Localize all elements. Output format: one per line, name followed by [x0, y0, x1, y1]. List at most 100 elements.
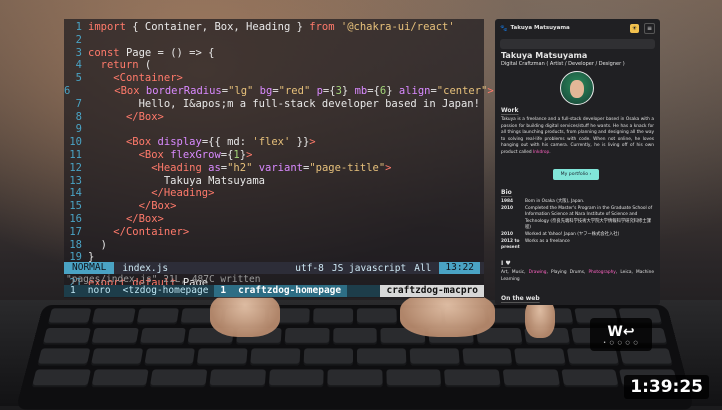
sun-icon[interactable]: ☀ — [630, 23, 639, 33]
video-duration: 1:39:25 — [624, 375, 709, 399]
code-line[interactable]: 11 <Box flexGrow ={1} > — [64, 149, 484, 162]
bio-heading: Bio — [501, 189, 512, 196]
code-token: > — [385, 161, 392, 174]
keystroke-display: W↩ — [607, 323, 635, 340]
tmux-window-active-number[interactable]: 1 — [214, 285, 233, 297]
code-token: ={ — [322, 84, 336, 97]
code-line[interactable]: 8 </Box> — [64, 111, 484, 124]
site-brand[interactable]: Takuya Matsuyama — [510, 25, 569, 32]
vim-statusline: NORMAL index.js utf-8 JS javascript All … — [64, 262, 484, 274]
code-line[interactable]: 4 return ( — [64, 59, 484, 72]
bio-entry: 1984 Born in Osaka (大阪), Japan. — [501, 199, 654, 206]
code-token: variant — [258, 161, 303, 174]
code-line[interactable]: 16 </Box> — [64, 213, 484, 226]
code-token: </Container> — [113, 225, 190, 238]
code-line[interactable]: 10 <Box display ={{ md: 'flex' }} > — [64, 136, 484, 149]
bio-text: Born in Osaka (大阪), Japan. — [525, 199, 585, 204]
web-heading: On the web — [501, 295, 540, 302]
bio-text: Works as a freelance — [525, 238, 570, 244]
tmux-window-inactive[interactable]: <tzdog-homepage — [117, 285, 215, 297]
work-paragraph: Takuya is a freelance and a full-stack d… — [501, 117, 654, 155]
bio-text: Worked at Yahoo! Japan (ヤフー株式会社入社) — [525, 231, 620, 237]
bio-year: 2010 — [501, 231, 513, 237]
code-token: bg — [259, 84, 273, 97]
line-number: 10 — [69, 136, 82, 149]
code-editor[interactable]: 1 import { Container, Box, Heading } from… — [64, 21, 494, 290]
tmux-window-active[interactable]: craftzdog-homepage — [232, 285, 348, 297]
tmux-session-number: 1 — [70, 285, 76, 296]
line-number: 15 — [69, 200, 82, 213]
code-token: { Container, Box, Heading } — [132, 21, 310, 33]
tmux-shell[interactable]: noro — [82, 285, 117, 297]
bio-list: 1984 Born in Osaka (大阪), Japan. 2010 Comple… — [501, 199, 654, 252]
code-token: 'flex' — [252, 136, 291, 149]
code-line[interactable]: 1 import { Container, Box, Heading } from… — [64, 21, 484, 34]
code-token: flexGrow — [170, 148, 221, 161]
line-number: 8 — [75, 110, 82, 123]
code-token: > — [309, 136, 316, 149]
code-token: as — [208, 161, 221, 174]
code-token: > — [487, 84, 494, 97]
code-token: display — [157, 136, 202, 149]
vim-mode: NORMAL — [64, 262, 115, 274]
code-line[interactable]: 17 </Container> — [64, 226, 484, 239]
code-token: </Heading> — [151, 187, 215, 200]
code-token: ( — [144, 59, 152, 72]
code-line[interactable]: 7 Hello, I&apos;m a full-stack developer… — [64, 98, 484, 111]
line-number: 2 — [75, 33, 82, 46]
code-token: > — [246, 148, 253, 161]
photography-link[interactable]: Photography — [588, 270, 615, 275]
code-token: ={ — [220, 148, 234, 161]
bio-year: 2010 — [501, 205, 513, 211]
code-line[interactable]: 3 const Page = () => { — [64, 47, 484, 60]
line-number: 17 — [69, 225, 82, 238]
avatar — [560, 71, 594, 105]
line-number: 14 — [69, 187, 82, 200]
left-hand — [210, 292, 280, 337]
line-number: 3 — [75, 46, 82, 59]
watch-later-overlay[interactable]: W↩ • ○ ○ ○ ○ — [590, 318, 652, 351]
code-token: </Box> — [125, 212, 164, 225]
drawing-link[interactable]: Drawing — [529, 270, 547, 275]
code-token: ={ — [367, 84, 380, 97]
code-line[interactable]: 18 ) — [64, 239, 484, 252]
code-line[interactable]: 12 <Heading as = "h2" variant = "page-title"… — [64, 162, 484, 175]
code-token: ={{ md: — [201, 136, 253, 149]
code-line[interactable]: 5 <Container> — [64, 72, 484, 85]
hamburger-menu-icon[interactable]: ≡ — [644, 22, 655, 34]
code-line[interactable]: 13 Takuya Matsuyama — [64, 175, 484, 188]
code-line[interactable]: 2 — [64, 34, 484, 47]
vim-filetype: JS javascript — [331, 262, 407, 274]
code-token: mb — [354, 84, 368, 97]
code-line[interactable]: 15 </Box> — [64, 200, 484, 213]
tmux-hostname: craftzdog-macpro — [380, 285, 484, 297]
code-token: </Box> — [138, 200, 177, 213]
portfolio-button[interactable]: My portfolio › — [553, 169, 599, 180]
line-number: 7 — [75, 97, 82, 110]
code-line[interactable]: 9 — [64, 123, 484, 136]
vim-encoding: utf-8 — [295, 262, 324, 274]
code-line[interactable]: 6 <Box borderRadius = "lg" bg = "red" p ={3} … — [64, 84, 494, 98]
inkdrop-link[interactable]: Inkdrop — [533, 150, 549, 155]
code-token: <Box — [138, 148, 171, 161]
right-hand — [400, 292, 495, 337]
browser-preview: 🐾 Takuya Matsuyama ☀ ≡ Takuya Matsuyama … — [495, 19, 660, 305]
code-token: "red" — [278, 84, 317, 97]
line-number: 18 — [69, 238, 82, 251]
code-token: </Box> — [125, 110, 164, 123]
code-token: <Box — [114, 84, 146, 97]
code-line[interactable]: 14 </Heading> — [64, 187, 484, 200]
code-token: "center" — [436, 84, 488, 97]
code-token: "page-title" — [309, 161, 386, 174]
code-token: }} — [290, 136, 310, 149]
site-navbar: 🐾 Takuya Matsuyama ☀ ≡ — [495, 19, 660, 37]
paw-logo-icon[interactable]: 🐾 — [500, 25, 507, 32]
keystroke-dots: • ○ ○ ○ ○ — [603, 339, 639, 346]
